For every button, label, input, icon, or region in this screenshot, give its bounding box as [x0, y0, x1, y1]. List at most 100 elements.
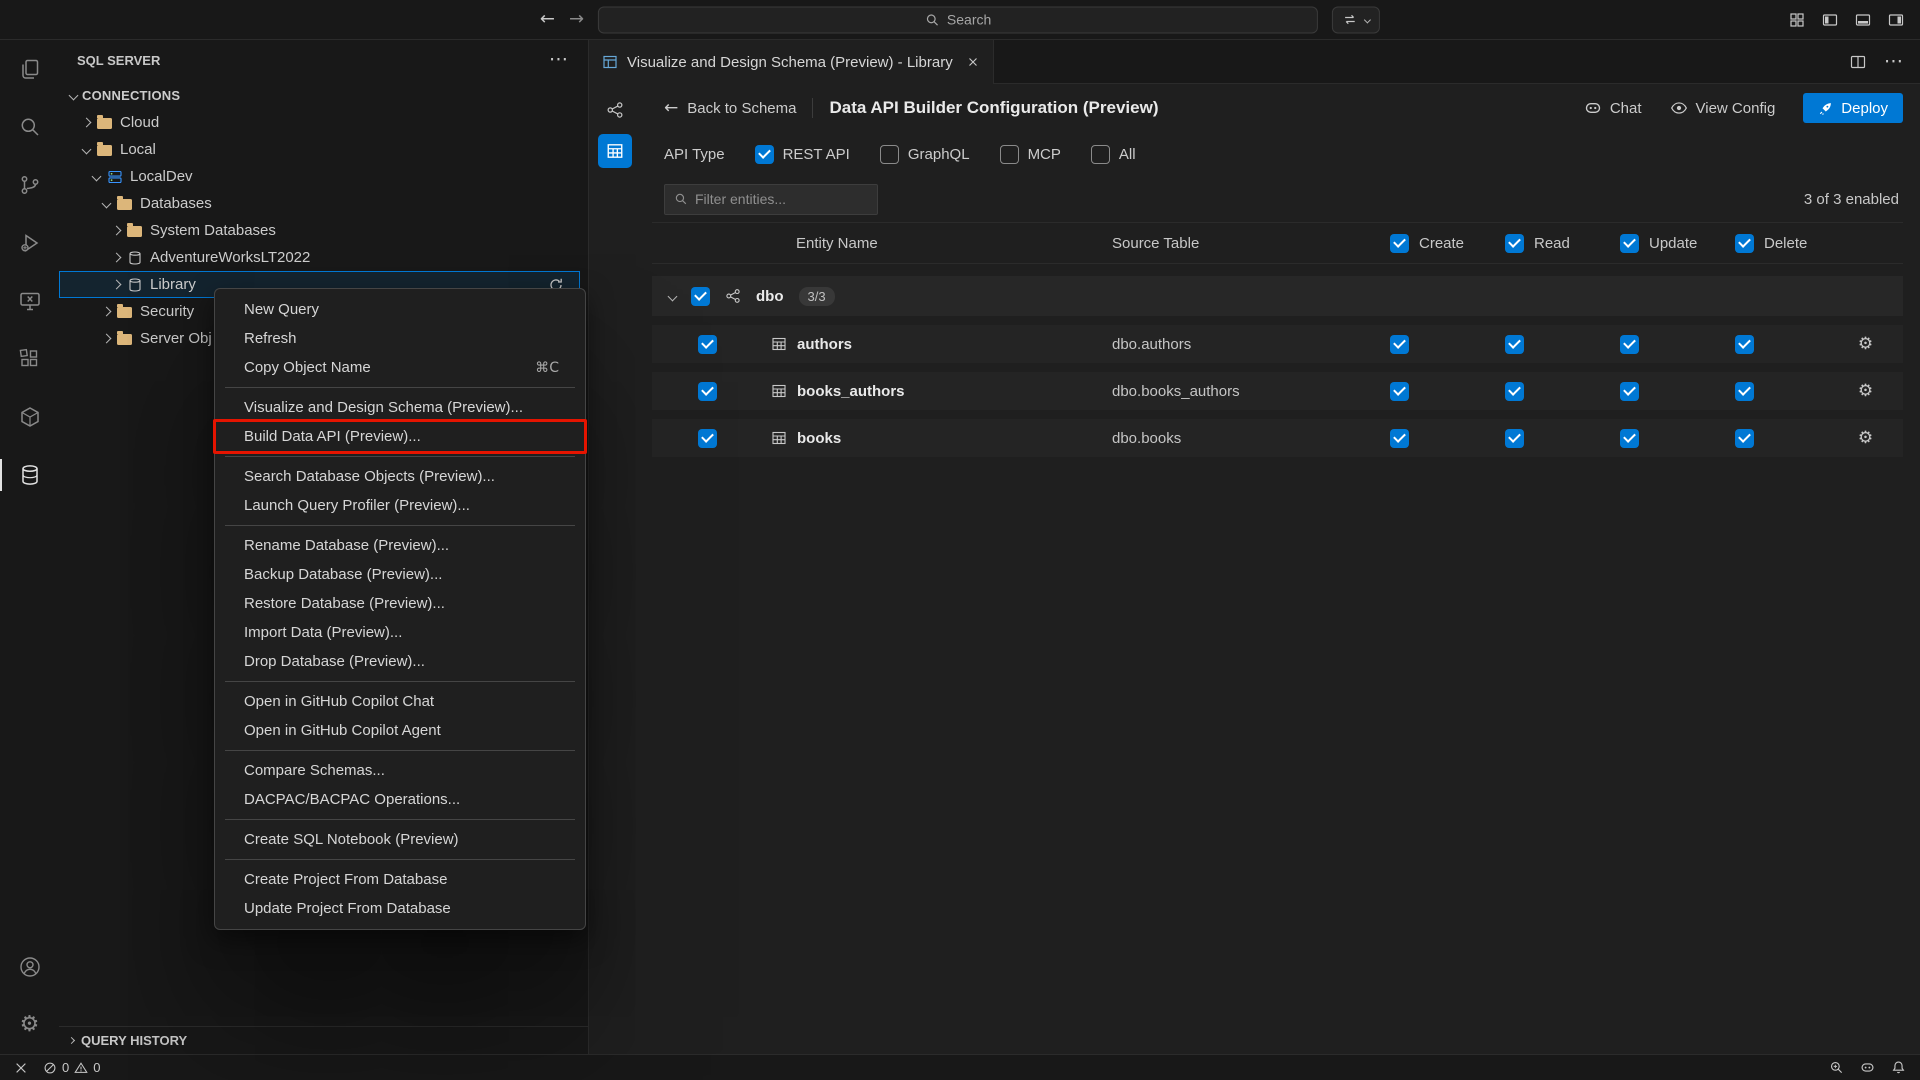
titlebar: ← → Search: [0, 0, 1920, 40]
menu-item-drop-database[interactable]: Drop Database (Preview)...: [215, 647, 585, 676]
activity-accounts[interactable]: [0, 938, 59, 996]
menu-item-update-project-from-database[interactable]: Update Project From Database: [215, 894, 585, 923]
menu-item-rename-database[interactable]: Rename Database (Preview)...: [215, 531, 585, 560]
create-all-checkbox[interactable]: [1390, 234, 1409, 253]
schema-group-row[interactable]: dbo 3/3: [652, 276, 1903, 316]
view-config-button[interactable]: View Config: [1670, 99, 1776, 117]
menu-item-import-data[interactable]: Import Data (Preview)...: [215, 618, 585, 647]
delete-all-checkbox[interactable]: [1735, 234, 1754, 253]
search-command-center[interactable]: Search: [598, 6, 1318, 33]
schema-group-name: dbo: [756, 288, 784, 305]
read-checkbox[interactable]: [1505, 335, 1524, 354]
problems-indicator[interactable]: 0 0: [43, 1060, 100, 1075]
filter-entities-input[interactable]: [695, 191, 868, 207]
table-row-books[interactable]: books dbo.books ⚙: [652, 419, 1903, 457]
all-checkbox[interactable]: [1091, 145, 1110, 164]
menu-item-create-project-from-database[interactable]: Create Project From Database: [215, 865, 585, 894]
update-checkbox[interactable]: [1620, 382, 1639, 401]
tree-item-cloud[interactable]: Cloud: [59, 109, 580, 136]
more-actions-icon[interactable]: ⋯: [1884, 58, 1903, 66]
query-history-section[interactable]: QUERY HISTORY: [59, 1026, 588, 1054]
zoom-icon[interactable]: [1829, 1060, 1844, 1075]
update-checkbox[interactable]: [1620, 335, 1639, 354]
create-checkbox[interactable]: [1390, 335, 1409, 354]
activity-settings[interactable]: ⚙: [0, 996, 59, 1054]
tree-item-databases[interactable]: Databases: [59, 190, 580, 217]
menu-item-label: Compare Schemas...: [244, 762, 385, 779]
back-history-button[interactable]: ←: [540, 11, 555, 29]
copilot-icon[interactable]: [1860, 1060, 1875, 1075]
row-enable-checkbox[interactable]: [698, 429, 717, 448]
chat-button[interactable]: Chat: [1584, 99, 1642, 117]
row-enable-checkbox[interactable]: [698, 335, 717, 354]
schema-group-checkbox[interactable]: [691, 287, 710, 306]
split-editor-icon[interactable]: [1850, 54, 1866, 70]
activity-database-projects[interactable]: [0, 388, 59, 446]
activity-remote-explorer[interactable]: [0, 272, 59, 330]
rest-api-checkbox[interactable]: [755, 145, 774, 164]
more-actions-icon[interactable]: ⋯: [549, 56, 568, 64]
read-checkbox[interactable]: [1505, 429, 1524, 448]
create-checkbox[interactable]: [1390, 429, 1409, 448]
back-to-schema-link[interactable]: ← Back to Schema: [664, 100, 796, 117]
activity-run-debug[interactable]: [0, 214, 59, 272]
menu-item-build-data-api[interactable]: Build Data API (Preview)...: [215, 422, 585, 451]
bell-icon[interactable]: [1891, 1060, 1906, 1075]
grid-squares-icon[interactable]: [1789, 12, 1805, 28]
menu-item-visualize-design-schema[interactable]: Visualize and Design Schema (Preview)...: [215, 393, 585, 422]
forward-history-button[interactable]: →: [569, 11, 584, 29]
delete-checkbox[interactable]: [1735, 429, 1754, 448]
row-settings-gear-icon[interactable]: ⚙: [1858, 430, 1873, 447]
menu-item-copy-object-name[interactable]: Copy Object Name⌘C: [215, 353, 585, 382]
deploy-button[interactable]: Deploy: [1803, 93, 1903, 123]
tree-item-adventureworks[interactable]: AdventureWorksLT2022: [59, 244, 580, 271]
delete-checkbox[interactable]: [1735, 382, 1754, 401]
tab-schema-designer[interactable]: Visualize and Design Schema (Preview) - …: [589, 40, 994, 84]
api-builder-view-button[interactable]: [598, 134, 632, 168]
menu-item-launch-query-profiler[interactable]: Launch Query Profiler (Preview)...: [215, 491, 585, 520]
activity-search[interactable]: [0, 98, 59, 156]
mcp-checkbox[interactable]: [1000, 145, 1019, 164]
row-settings-gear-icon[interactable]: ⚙: [1858, 383, 1873, 400]
activity-extensions[interactable]: [0, 330, 59, 388]
menu-item-compare-schemas[interactable]: Compare Schemas...: [215, 756, 585, 785]
delete-checkbox[interactable]: [1735, 335, 1754, 354]
database-context-menu: New Query Refresh Copy Object Name⌘C Vis…: [214, 288, 586, 930]
tree-item-system-databases[interactable]: System Databases: [59, 217, 580, 244]
row-enable-checkbox[interactable]: [698, 382, 717, 401]
activity-sql-server[interactable]: [0, 446, 59, 504]
row-settings-gear-icon[interactable]: ⚙: [1858, 336, 1873, 353]
tree-section-connections[interactable]: CONNECTIONS: [59, 82, 580, 109]
close-icon[interactable]: [966, 55, 980, 69]
read-checkbox[interactable]: [1505, 382, 1524, 401]
copilot-session-button[interactable]: [1332, 6, 1380, 33]
activity-source-control[interactable]: [0, 156, 59, 214]
remote-connection-icon[interactable]: [14, 1061, 28, 1075]
chevron-down-icon[interactable]: [668, 291, 678, 301]
toggle-sidebar-right-icon[interactable]: [1888, 12, 1904, 28]
menu-item-backup-database[interactable]: Backup Database (Preview)...: [215, 560, 585, 589]
toggle-sidebar-left-icon[interactable]: [1822, 12, 1838, 28]
menu-item-open-copilot-chat[interactable]: Open in GitHub Copilot Chat: [215, 687, 585, 716]
toggle-panel-bottom-icon[interactable]: [1855, 12, 1871, 28]
read-all-checkbox[interactable]: [1505, 234, 1524, 253]
table-row-books-authors[interactable]: books_authors dbo.books_authors ⚙: [652, 372, 1903, 410]
menu-item-refresh[interactable]: Refresh: [215, 324, 585, 353]
menu-item-open-copilot-agent[interactable]: Open in GitHub Copilot Agent: [215, 716, 585, 745]
update-all-checkbox[interactable]: [1620, 234, 1639, 253]
tree-item-local[interactable]: Local: [59, 136, 580, 163]
update-checkbox[interactable]: [1620, 429, 1639, 448]
menu-item-search-database-objects[interactable]: Search Database Objects (Preview)...: [215, 462, 585, 491]
menu-item-new-query[interactable]: New Query: [215, 295, 585, 324]
tree-item-localdev[interactable]: LocalDev: [59, 163, 580, 190]
create-checkbox[interactable]: [1390, 382, 1409, 401]
graphql-checkbox[interactable]: [880, 145, 899, 164]
table-row-authors[interactable]: authors dbo.authors ⚙: [652, 325, 1903, 363]
menu-item-dacpac-bacpac[interactable]: DACPAC/BACPAC Operations...: [215, 785, 585, 814]
tree-item-label: Local: [120, 141, 156, 158]
chevron-right-icon: [108, 227, 125, 234]
activity-explorer[interactable]: [0, 40, 59, 98]
schema-diagram-view-button[interactable]: [598, 93, 632, 127]
menu-item-restore-database[interactable]: Restore Database (Preview)...: [215, 589, 585, 618]
menu-item-create-sql-notebook[interactable]: Create SQL Notebook (Preview): [215, 825, 585, 854]
